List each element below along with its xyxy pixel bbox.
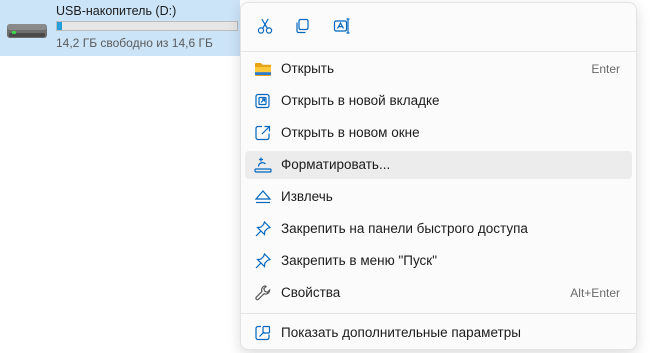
rename-icon: [333, 18, 350, 34]
menu-item-label: Форматировать...: [281, 157, 391, 172]
menu-separator: [241, 313, 636, 314]
context-menu: Открыть Enter Открыть в новой вкладке От…: [240, 2, 637, 350]
menu-item-label: Открыть в новом окне: [281, 125, 420, 140]
copy-button[interactable]: [286, 11, 318, 41]
context-menu-toolbar: [241, 3, 636, 47]
storage-bar-fill: [57, 22, 62, 30]
open-new-window-icon: [255, 125, 271, 141]
menu-item-accelerator: Enter: [591, 62, 620, 76]
menu-item-label: Закрепить на панели быстрого доступа: [281, 221, 528, 236]
menu-item-label: Открыть: [281, 61, 335, 76]
pin-icon: [255, 252, 272, 269]
rename-button[interactable]: [326, 11, 358, 41]
menu-item-label: Показать дополнительные параметры: [281, 325, 521, 340]
pin-icon: [255, 220, 272, 237]
wrench-icon: [255, 285, 271, 301]
menu-item-eject[interactable]: Извлечь: [245, 183, 632, 211]
cut-button[interactable]: [249, 11, 281, 41]
menu-item-accelerator: Alt+Enter: [570, 286, 620, 300]
folder-icon: [255, 63, 271, 76]
menu-item-open-new-tab[interactable]: Открыть в новой вкладке: [245, 87, 632, 115]
drive-name: USB-накопитель (D:): [56, 4, 177, 18]
menu-item-pin-quick-access[interactable]: Закрепить на панели быстрого доступа: [245, 215, 632, 243]
menu-item-show-more-options[interactable]: Показать дополнительные параметры: [245, 319, 632, 347]
menu-separator: [241, 51, 636, 52]
show-more-icon: [255, 325, 271, 341]
menu-item-format[interactable]: Форматировать...: [245, 151, 632, 179]
menu-item-properties[interactable]: Свойства Alt+Enter: [245, 279, 632, 307]
copy-icon: [296, 18, 309, 34]
menu-item-open[interactable]: Открыть Enter: [245, 55, 632, 83]
usb-drive-icon: [7, 24, 47, 38]
drive-free-space: 14,2 ГБ свободно из 14,6 ГБ: [56, 36, 213, 50]
menu-item-label: Открыть в новой вкладке: [281, 93, 440, 108]
eject-icon: [254, 190, 272, 204]
menu-item-label: Свойства: [281, 285, 341, 300]
cut-icon: [257, 18, 273, 34]
format-icon: [254, 157, 272, 173]
menu-item-open-new-window[interactable]: Открыть в новом окне: [245, 119, 632, 147]
drive-tile[interactable]: USB-накопитель (D:) 14,2 ГБ свободно из …: [0, 0, 240, 56]
storage-bar: [56, 21, 238, 31]
open-new-tab-icon: [255, 93, 270, 109]
menu-item-label: Извлечь: [281, 189, 333, 204]
menu-item-pin-start[interactable]: Закрепить в меню "Пуск": [245, 247, 632, 275]
menu-item-label: Закрепить в меню "Пуск": [281, 253, 437, 268]
